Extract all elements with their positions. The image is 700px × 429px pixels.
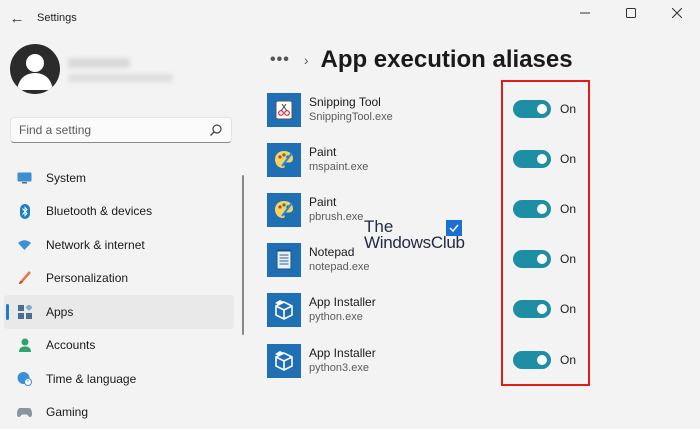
alias-exe-name: SnippingTool.exe: [309, 111, 393, 123]
sidebar-item-time-language[interactable]: Time & language: [4, 362, 234, 396]
brush-icon: [17, 271, 32, 286]
title-bar: ← Settings: [0, 0, 700, 36]
system-icon: [17, 170, 32, 185]
notepad-icon: [267, 243, 301, 277]
app-installer-icon: [267, 293, 301, 327]
avatar[interactable]: [10, 44, 60, 94]
gamepad-icon: [17, 405, 32, 420]
toggle-highlight-box: [501, 80, 590, 386]
sidebar-item-network[interactable]: Network & internet: [4, 228, 234, 262]
person-icon: [17, 338, 32, 353]
sidebar-item-accounts[interactable]: Accounts: [4, 329, 234, 363]
alias-app-name: App Installer: [309, 346, 376, 360]
sidebar-item-system[interactable]: System: [4, 161, 234, 195]
minimize-button[interactable]: [562, 0, 608, 26]
alias-app-name: Paint: [309, 195, 336, 209]
alias-exe-name: python3.exe: [309, 362, 369, 374]
wifi-icon: [17, 237, 32, 252]
snipping-tool-icon: [267, 93, 301, 127]
close-button[interactable]: [654, 0, 700, 26]
chevron-right-icon: ›: [304, 52, 309, 68]
sidebar-item-bluetooth[interactable]: Bluetooth & devices: [4, 195, 234, 229]
maximize-icon: [626, 8, 636, 18]
person-silhouette-icon: [10, 44, 60, 94]
alias-exe-name: pbrush.exe: [309, 211, 363, 223]
alias-app-name: App Installer: [309, 295, 376, 309]
sidebar-scrollbar[interactable]: [242, 175, 244, 335]
breadcrumb: ••• › App execution aliases: [270, 42, 573, 78]
sidebar-item-personalization[interactable]: Personalization: [4, 262, 234, 296]
alias-exe-name: python.exe: [309, 311, 363, 323]
account-email-redacted: [68, 74, 173, 82]
windowsclub-logo-icon: [446, 220, 462, 236]
bluetooth-icon: [17, 204, 32, 219]
back-button[interactable]: ←: [6, 7, 28, 29]
close-icon: [672, 8, 682, 18]
sidebar-nav: System Bluetooth & devices Network & int…: [0, 161, 244, 429]
window-title: Settings: [37, 12, 77, 24]
back-arrow-icon: ←: [10, 10, 25, 27]
account-name-redacted: [68, 58, 130, 68]
maximize-button[interactable]: [608, 0, 654, 26]
search-input[interactable]: [19, 122, 209, 138]
alias-app-name: Snipping Tool: [309, 95, 381, 109]
alias-app-name: Paint: [309, 145, 336, 159]
alias-exe-name: mspaint.exe: [309, 161, 368, 173]
app-installer-icon: [267, 344, 301, 378]
paint-icon: [267, 143, 301, 177]
minimize-icon: [580, 8, 590, 18]
page-title: App execution aliases: [320, 46, 572, 74]
apps-icon: [17, 304, 32, 319]
breadcrumb-more-button[interactable]: •••: [270, 51, 290, 69]
sidebar-item-apps[interactable]: Apps: [4, 295, 234, 329]
search-icon[interactable]: [209, 123, 223, 137]
window-controls: [562, 0, 700, 28]
alias-app-name: Notepad: [309, 245, 354, 259]
search-box[interactable]: [10, 117, 232, 143]
globe-clock-icon: [17, 371, 32, 386]
alias-exe-name: notepad.exe: [309, 261, 370, 273]
selection-indicator: [6, 304, 9, 320]
paint-icon: [267, 193, 301, 227]
